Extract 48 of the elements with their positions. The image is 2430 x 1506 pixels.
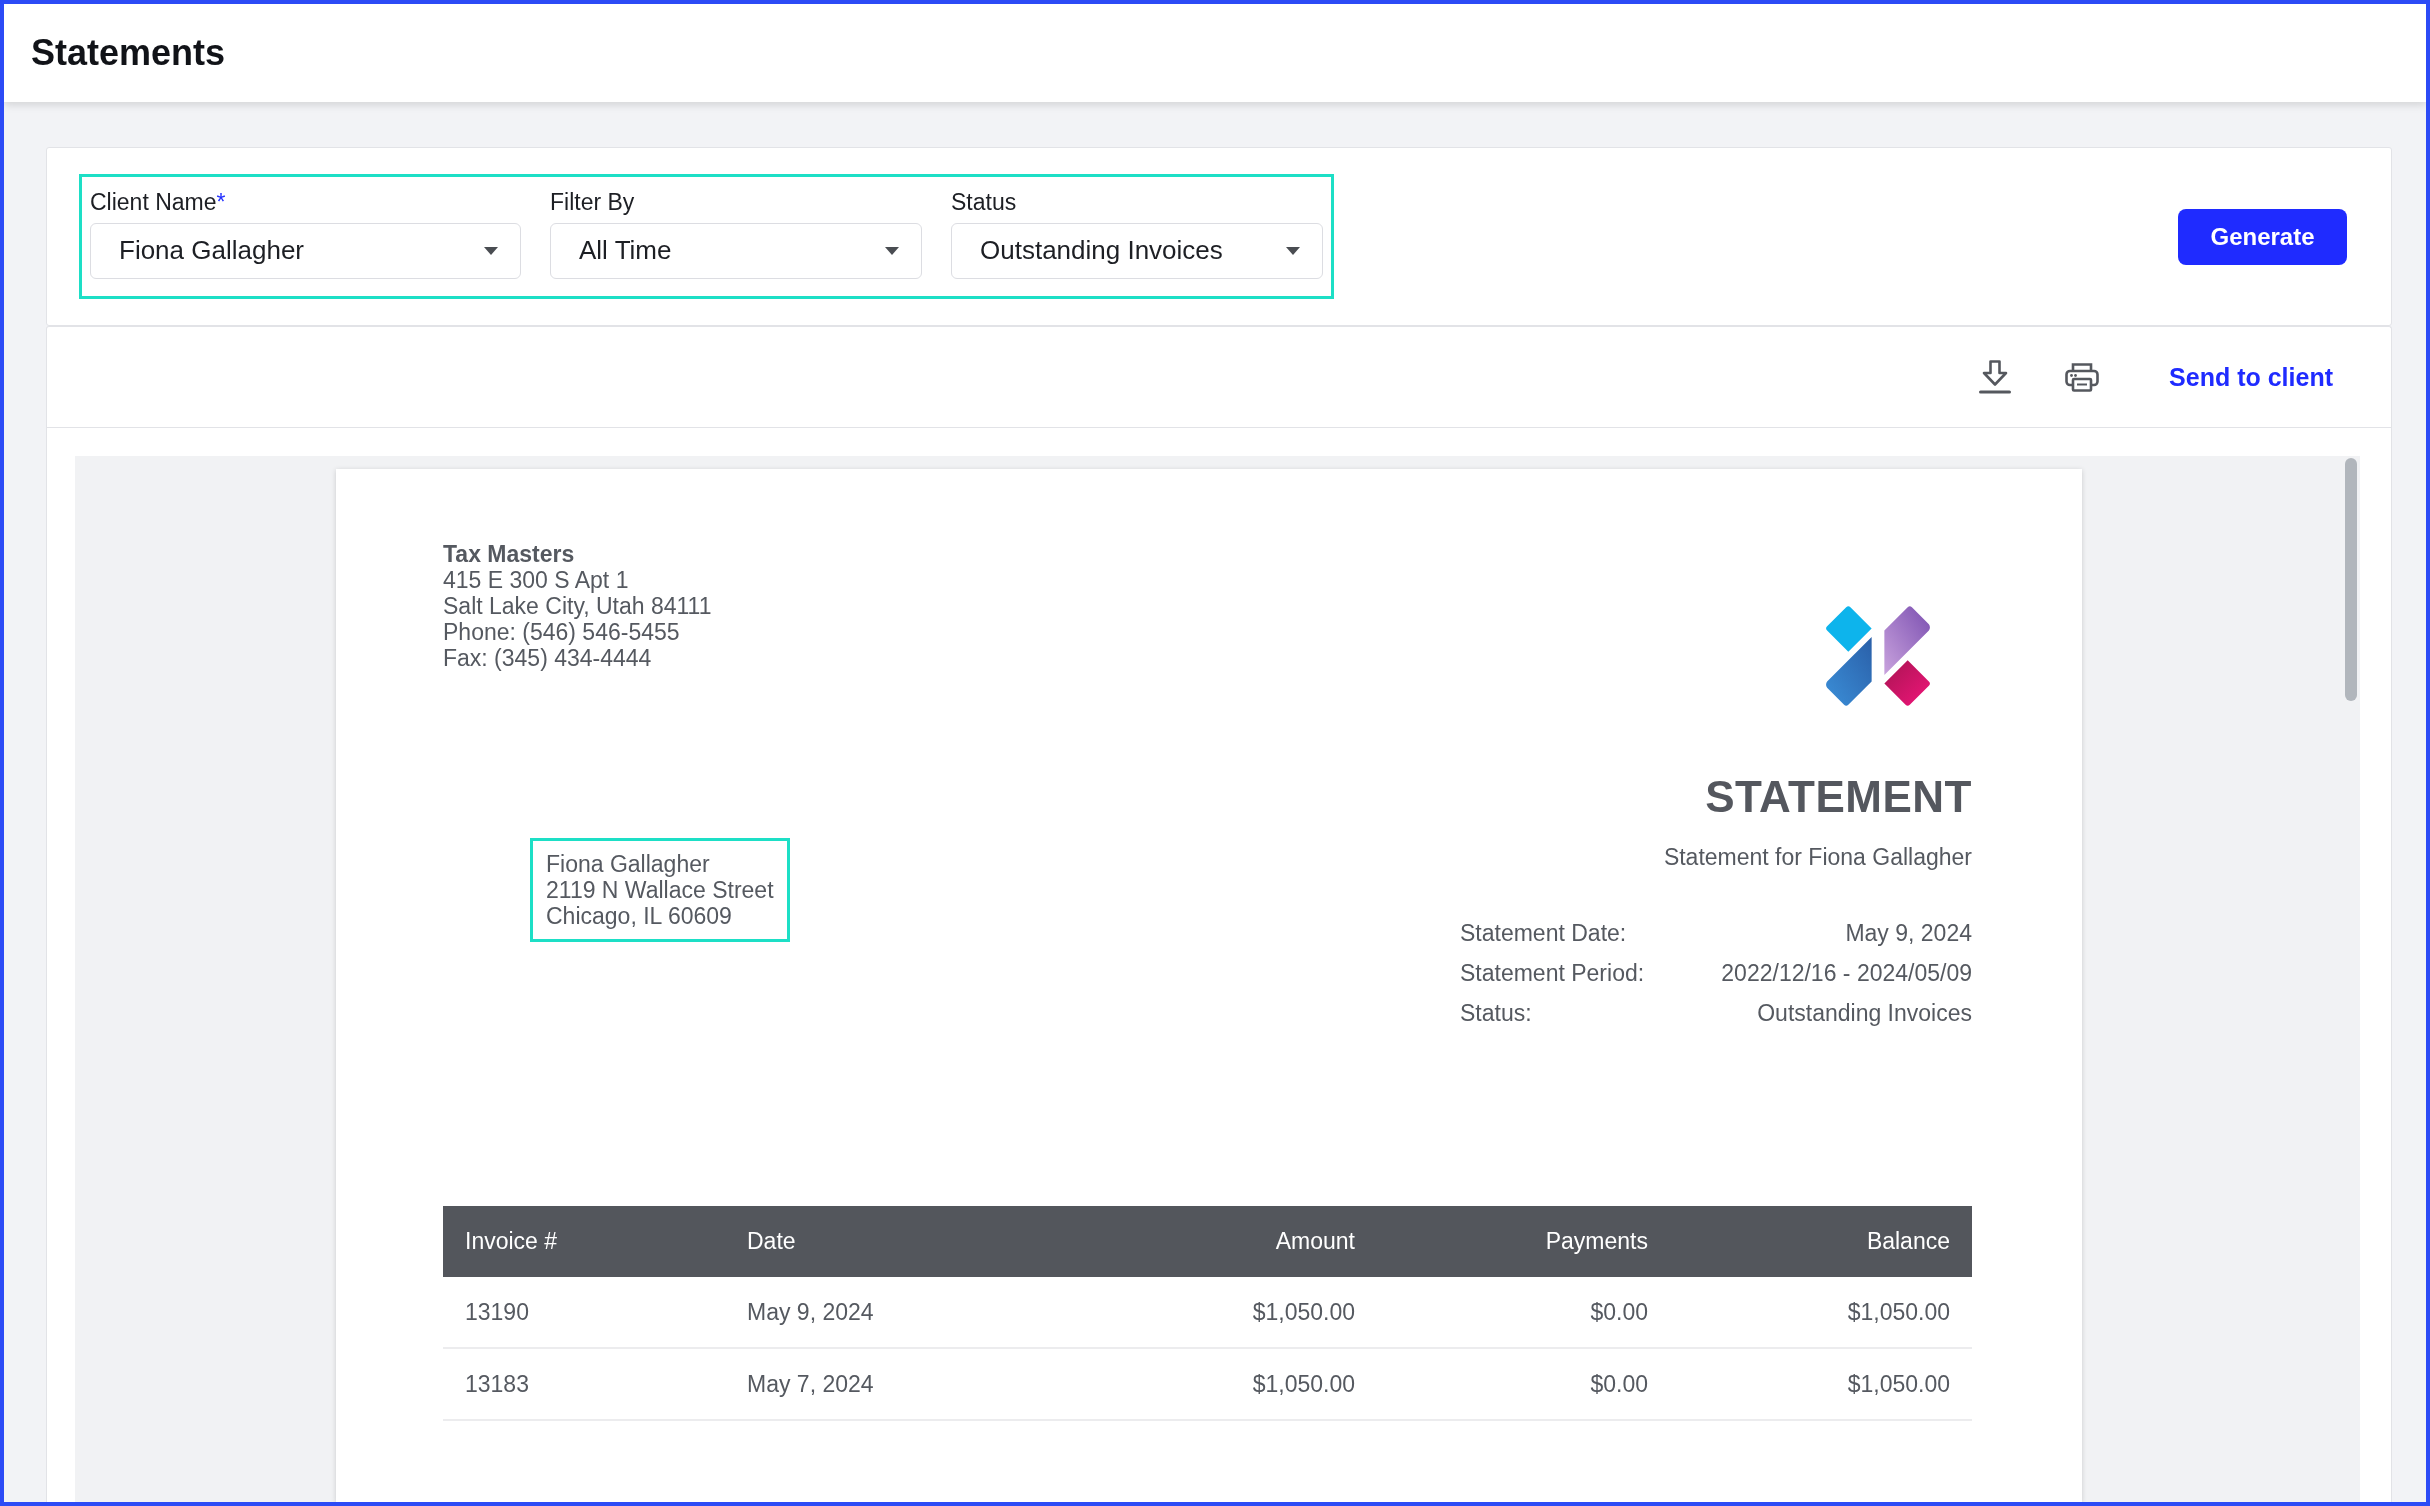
column-header: Date — [746, 1228, 797, 1255]
company-address-line: 415 E 300 S Apt 1 — [443, 567, 630, 593]
detail-label: Statement Period: — [1460, 959, 1645, 987]
table-cell-text: $0.00 — [1589, 1298, 1649, 1326]
table-cell-text: $1,050.00 — [1251, 1298, 1356, 1326]
send-to-client-link[interactable]: Send to client — [2169, 362, 2333, 392]
scrollbar-thumb[interactable] — [2345, 458, 2357, 701]
detail-label: Status: — [1460, 999, 1533, 1027]
column-header: Amount — [1274, 1228, 1356, 1255]
table-cell-text: 13183 — [464, 1370, 530, 1398]
caret-icon — [484, 246, 498, 255]
generate-button[interactable]: Generate — [2178, 208, 2347, 265]
table-cell-text: $0.00 — [1589, 1370, 1649, 1398]
table-cell-text: $1,050.00 — [1846, 1370, 1951, 1398]
company-address-line: Phone: (546) 546-5455 — [443, 619, 681, 645]
client-address-line: Chicago, IL 60609 — [546, 903, 733, 929]
column-header: Balance — [1865, 1228, 1951, 1255]
detail-value: May 9, 2024 — [1845, 919, 1972, 947]
company-address-line: Fax: (345) 434-4444 — [443, 645, 653, 671]
field-label: Status — [951, 189, 1017, 216]
table-cell-text: 13190 — [464, 1298, 530, 1326]
required-mark: * — [216, 189, 226, 216]
caret-icon — [885, 246, 899, 255]
dropdown-field[interactable]: Fiona Gallagher — [90, 222, 521, 279]
dropdown-field[interactable]: All Time — [550, 222, 922, 279]
company-address-line: Salt Lake City, Utah 84111 — [443, 593, 712, 619]
company-name: Tax Masters — [443, 541, 576, 567]
client-address-line: Fiona Gallagher — [546, 851, 711, 877]
column-header: Payments — [1544, 1228, 1649, 1255]
download-icon[interactable] — [1979, 360, 2012, 394]
statement-subtitle: Statement for Fiona Gallagher — [1663, 843, 1972, 872]
detail-label: Statement Date: — [1460, 919, 1628, 947]
column-header: Invoice # — [464, 1228, 559, 1255]
dropdown-field[interactable]: Outstanding Invoices — [951, 222, 1323, 279]
client-address-line: 2119 N Wallace Street — [546, 877, 774, 903]
table-cell-text: May 9, 2024 — [746, 1298, 875, 1326]
page-title: Statements — [31, 32, 226, 74]
logo-icon — [1825, 605, 1931, 707]
detail-value: 2022/12/16 - 2024/05/09 — [1721, 959, 1972, 987]
field-label: Client Name — [90, 189, 217, 216]
caret-icon — [1286, 246, 1300, 255]
printer-icon[interactable] — [2065, 362, 2100, 392]
field-label: Filter By — [550, 189, 635, 216]
table-cell-text: $1,050.00 — [1251, 1370, 1356, 1398]
statement-title: STATEMENT — [1705, 771, 1972, 823]
table-cell-text: May 7, 2024 — [746, 1370, 875, 1398]
detail-value: Outstanding Invoices — [1757, 999, 1972, 1027]
table-cell-text: $1,050.00 — [1846, 1298, 1951, 1326]
